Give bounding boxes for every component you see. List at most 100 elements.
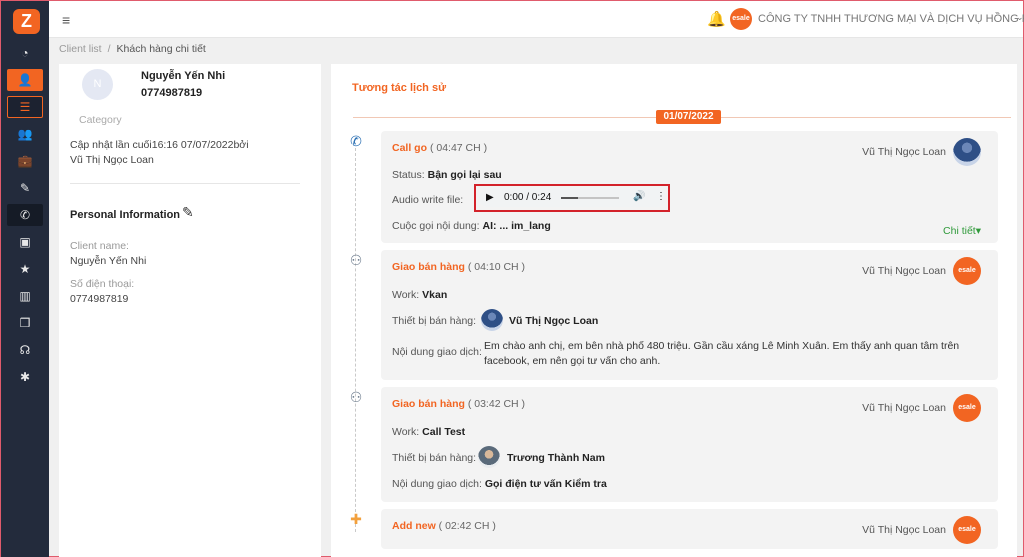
detail-link-label: Chi tiết [943,225,976,237]
content-label: Nội dung giao dịch: [392,346,482,358]
history-panel: Tương tác lịch sử 01/07/2022 ✆ ⚇ ⚇ ✚ Cal… [331,64,1017,557]
edit-icon[interactable]: ✎ [182,204,194,221]
device-value-text: Trương Thành Nam [507,452,605,464]
customer-name: Nguyễn Yến Nhi [141,70,226,82]
status-row: Status: Bận gọi lại sau [392,169,502,181]
outgoing-call-icon: ✆ [350,133,362,149]
work-label: Work: [392,289,420,301]
card-type: Giao bán hàng [392,398,465,410]
company-avatar[interactable]: esale [730,8,752,30]
personal-info-title: Personal Information [70,209,181,221]
contact-book-icon[interactable]: ▣ [7,231,43,253]
sidebar: Z ◔ 👤 ☰ 👥 💼 ✎ ✆ ▣ ★ ▥ ❒ ☊ ✱ [1,1,49,557]
card-user-name: Vũ Thị Ngọc Loan [862,402,946,414]
customer-icon[interactable]: 👤 [7,69,43,91]
content-label: Cuộc gọi nội dung: [392,220,480,232]
audio-progress-fill [561,197,579,199]
bell-icon[interactable]: 🔔 [707,10,726,28]
card-type: Giao bán hàng [392,261,465,273]
work-label: Work: [392,426,420,438]
card-title: Giao bán hàng ( 03:42 CH ) [392,398,525,410]
audio-label: Audio write file: [392,194,464,206]
play-icon[interactable]: ▶ [486,192,494,203]
card-user-name: Vũ Thị Ngọc Loan [862,265,946,277]
avatar: esale [953,257,981,285]
sales-handshake-icon: ⚇ [349,252,363,268]
history-card-sale: Giao bán hàng ( 03:42 CH ) Vũ Thị Ngọc L… [381,387,998,502]
category-label: Category [79,114,122,126]
divider [70,183,300,184]
timeline-line [355,148,356,532]
card-title: Giao bán hàng ( 04:10 CH ) [392,261,525,273]
app-logo[interactable]: Z [13,9,40,34]
card-time: ( 04:10 CH ) [467,261,526,273]
hamburger-menu-icon[interactable]: ≡ [62,12,70,28]
edit-note-icon[interactable]: ✎ [7,177,43,199]
updated-by-text: Vũ Thị Ngọc Loan [70,154,154,166]
content-label: Nội dung giao dịch: [392,478,482,490]
work-row: Work: Call Test [392,426,465,438]
date-badge: 01/07/2022 [656,110,721,124]
phone-label: Số điện thoại: [70,278,135,290]
avatar [478,446,500,468]
phone-value: 0774987819 [70,293,129,305]
content-value: Gọi điện tư vấn Kiểm tra [484,478,607,490]
users-icon[interactable]: 👥 [7,123,43,145]
device-value-text: Vũ Thị Ngọc Loan [509,315,599,327]
breadcrumb-client-list[interactable]: Client list [59,43,102,55]
chevron-down-icon[interactable]: ⌄ [1016,12,1024,23]
add-user-icon: ✚ [350,511,362,527]
sales-handshake-icon: ⚇ [349,389,363,405]
content-value: Em chào anh chị, em bên nhà phố 480 triệ… [484,340,960,367]
list-icon[interactable]: ☰ [7,96,43,118]
phone-icon[interactable]: ✆ [7,204,43,226]
breadcrumb-separator: / [107,43,111,55]
device-value: Vũ Thị Ngọc Loan [509,315,598,327]
settings-icon[interactable]: ✱ [7,366,43,388]
company-name[interactable]: CÔNG TY TNHH THƯƠNG MẠI VÀ DỊCH VỤ HỒNG … [758,13,1024,25]
work-row: Work: Vkan [392,289,447,301]
volume-icon[interactable]: 🔊 [633,191,645,202]
avatar: esale [953,394,981,422]
card-time: ( 03:42 CH ) [467,398,526,410]
history-card-add: Add new ( 02:42 CH ) Vũ Thị Ngọc Loan es… [381,509,998,549]
device-label: Thiết bị bán hàng: [392,452,477,464]
card-time: ( 04:47 CH ) [429,142,488,154]
support-icon[interactable]: ☊ [7,339,43,361]
status-label: Status: [392,169,425,181]
client-name-value: Nguyễn Yến Nhi [70,255,147,267]
card-time: ( 02:42 CH ) [438,520,496,532]
avatar: esale [953,516,981,544]
audio-progress-bar[interactable] [561,197,619,199]
history-title[interactable]: Tương tác lịch sử [352,82,446,94]
chart-icon[interactable]: ▥ [7,285,43,307]
more-options-icon[interactable]: ⋮ [656,191,666,202]
avatar [481,309,503,331]
dashboard-icon[interactable]: ◔ [7,42,43,64]
card-type: Add new [392,520,436,532]
star-icon[interactable]: ★ [7,258,43,280]
card-user-name: Vũ Thị Ngọc Loan [862,146,946,158]
content-value: AI: ... im_lang [482,220,551,232]
detail-link[interactable]: Chi tiết▾ [943,225,981,237]
audio-player[interactable]: ▶ 0:00 / 0:24 🔊 ⋮ [474,184,670,212]
top-bar: ≡ 🔔 esale CÔNG TY TNHH THƯƠNG MẠI VÀ DỊC… [49,1,1024,38]
history-card-call: Call go ( 04:47 CH ) Vũ Thị Ngọc Loan St… [381,131,998,243]
caret-down-icon: ▾ [975,225,981,237]
work-value: Call Test [422,426,466,438]
client-name-label: Client name: [70,240,129,252]
content-row: Nội dung giao dịch: Gọi điện tư vấn Kiểm… [392,478,607,490]
card-user-name: Vũ Thị Ngọc Loan [862,524,946,536]
box-icon[interactable]: ❒ [7,312,43,334]
work-value: Vkan [422,289,448,301]
customer-phone: 0774987819 [141,87,203,99]
breadcrumb: Client list / Khách hàng chi tiết [49,38,1023,60]
device-value: Trương Thành Nam [507,452,605,464]
device-label: Thiết bị bán hàng: [392,315,477,327]
customer-panel: N Nguyễn Yến Nhi 0774987819 Category Cập… [59,64,321,557]
briefcase-icon[interactable]: 💼 [7,150,43,172]
content-row: Cuộc gọi nội dung: AI: ... im_lang [392,220,551,232]
avatar [953,138,981,166]
card-title: Call go ( 04:47 CH ) [392,142,487,154]
status-value: Bận gọi lại sau [427,169,502,181]
